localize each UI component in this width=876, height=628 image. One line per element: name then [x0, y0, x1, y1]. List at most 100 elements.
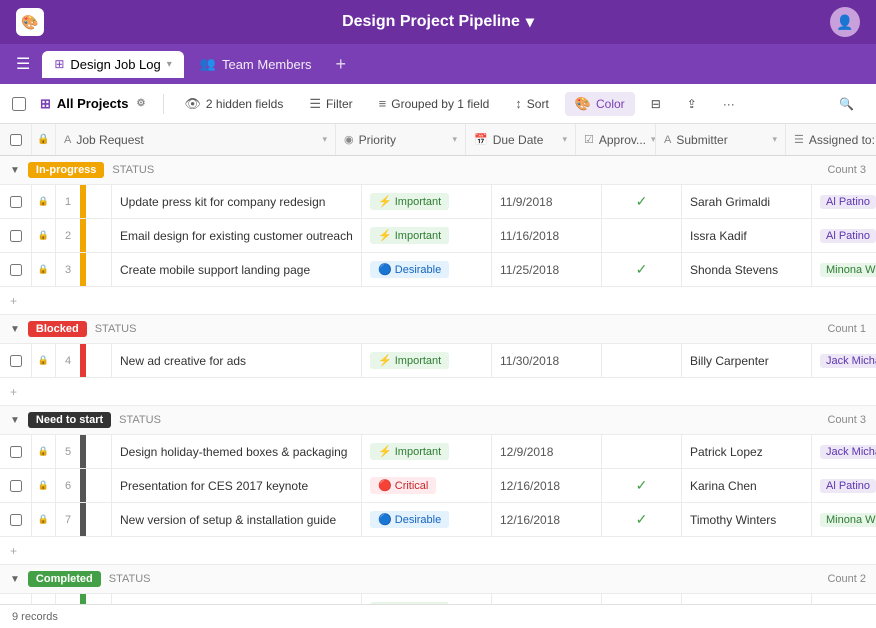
col-priority-type-icon: ◉: [344, 133, 354, 146]
row-priority-tag: 🔵 Desirable: [370, 511, 449, 528]
search-button[interactable]: 🔍: [829, 93, 864, 115]
row-num-cell: 6: [56, 469, 112, 502]
add-row-need-to-start[interactable]: +: [0, 537, 876, 565]
row-checkbox[interactable]: [10, 196, 22, 208]
assigned-tag: Minona Writer: [820, 263, 876, 277]
col-duedate-sort-icon: ▾: [562, 134, 567, 145]
toolbar-divider-1: [163, 94, 164, 114]
filter-button[interactable]: ☰ Filter: [299, 92, 362, 116]
add-tab-button[interactable]: +: [328, 52, 355, 77]
col-submitter-header[interactable]: A Submitter ▾: [656, 124, 786, 155]
avatar[interactable]: 👤: [830, 7, 860, 37]
share-button[interactable]: ⇪: [677, 93, 707, 115]
row-submitter-text: Patrick Lopez: [690, 445, 763, 459]
row-checkbox-cell[interactable]: [0, 469, 32, 502]
row-priority-cell: ⚡ Important: [362, 435, 492, 468]
group-count-completed: Count 2: [827, 573, 866, 585]
row-checkbox-cell[interactable]: [0, 594, 32, 604]
toolbar-right: 🔍: [829, 93, 864, 115]
row-number: 2: [56, 230, 80, 242]
row-checkbox[interactable]: [10, 480, 22, 492]
col-priority-header[interactable]: ◉ Priority ▾: [336, 124, 466, 155]
row-num-cell: 4: [56, 344, 112, 377]
header-checkbox[interactable]: [10, 134, 22, 146]
row-checkbox-cell[interactable]: [0, 435, 32, 468]
row-checkbox-cell[interactable]: [0, 503, 32, 536]
row-duedate-cell: 11/2/2018: [492, 594, 602, 604]
grid-view-icon: ⊞: [40, 96, 51, 112]
row-job-cell: Email design for existing customer outre…: [112, 219, 362, 252]
row-height-button[interactable]: ⊟: [641, 93, 671, 115]
tab-dropdown-icon[interactable]: ▾: [167, 59, 172, 70]
team-members-icon: 👥: [200, 56, 216, 72]
row-duedate-cell: 11/9/2018: [492, 185, 602, 218]
col-approval-type-icon: ☑: [584, 133, 594, 146]
row-checkbox[interactable]: [10, 355, 22, 367]
row-checkbox-cell[interactable]: [0, 344, 32, 377]
add-row-blocked[interactable]: +: [0, 378, 876, 406]
group-toggle-completed[interactable]: ▼: [10, 574, 20, 585]
view-settings-icon[interactable]: ⚙: [136, 98, 145, 109]
group-count-in-progress: Count 3: [827, 164, 866, 176]
row-checkbox-cell[interactable]: [0, 185, 32, 218]
row-lock-icon: 🔒: [38, 480, 49, 491]
assigned-tag: Minona Writer: [820, 513, 876, 527]
approval-check-icon: ✓: [636, 193, 648, 210]
row-job-cell: Create mobile support landing page: [112, 253, 362, 286]
row-duedate-cell: 12/9/2018: [492, 435, 602, 468]
row-checkbox[interactable]: [10, 230, 22, 242]
group-badge-blocked: Blocked: [28, 321, 87, 337]
row-submitter-text: Billy Carpenter: [690, 354, 769, 368]
row-duedate-cell: 11/25/2018: [492, 253, 602, 286]
col-duedate-header[interactable]: 📅 Due Date ▾: [466, 124, 576, 155]
toolbar-left: ⊞ All Projects ⚙ 👁 2 hidden fields ☰ Fil…: [12, 92, 825, 116]
row-submitter-cell: Katrina Dickson: [682, 594, 812, 604]
col-submitter-type-icon: A: [664, 134, 671, 146]
row-lock-cell: 🔒: [32, 253, 56, 286]
row-color-bar: [80, 219, 86, 252]
col-job-header[interactable]: A Job Request ▾: [56, 124, 336, 155]
page-title: Design Project Pipeline ▾: [342, 12, 534, 32]
approval-check-icon: ✓: [636, 511, 648, 528]
row-submitter-cell: Issra Kadif: [682, 219, 812, 252]
group-toggle-blocked[interactable]: ▼: [10, 324, 20, 335]
col-check-header[interactable]: [0, 124, 32, 155]
row-lock-cell: 🔒: [32, 344, 56, 377]
groups-container: ▼ In-progress STATUS Count 3 🔒 1 Update …: [0, 156, 876, 604]
select-all-checkbox[interactable]: [12, 97, 26, 111]
hidden-fields-button[interactable]: 👁 2 hidden fields: [174, 92, 293, 116]
row-checkbox-cell[interactable]: [0, 253, 32, 286]
more-options-button[interactable]: ···: [713, 93, 745, 115]
col-approval-header[interactable]: ☑ Approv... ▾: [576, 124, 656, 155]
add-row-in-progress[interactable]: +: [0, 287, 876, 315]
sort-button[interactable]: ↕ Sort: [505, 92, 559, 115]
row-job-text: Email design for existing customer outre…: [120, 229, 353, 243]
row-submitter-text: Katrina Dickson: [690, 604, 774, 605]
nav-tab-team-members[interactable]: 👥 Team Members: [188, 50, 324, 78]
col-assigned-header[interactable]: ☰ Assigned to: ▾: [786, 124, 876, 155]
row-checkbox[interactable]: [10, 264, 22, 276]
group-toggle-in-progress[interactable]: ▼: [10, 165, 20, 176]
group-status-completed: STATUS: [109, 573, 151, 585]
group-header-in-progress: ▼ In-progress STATUS Count 3: [0, 156, 876, 185]
view-selector[interactable]: ⊞ All Projects ⚙: [32, 92, 153, 116]
group-header-completed: ▼ Completed STATUS Count 2: [0, 565, 876, 594]
row-assigned-cell: Jack Michaelson: [812, 435, 876, 468]
row-checkbox-cell[interactable]: [0, 219, 32, 252]
row-duedate-text: 11/9/2018: [500, 195, 553, 209]
color-button[interactable]: 🎨 Color: [565, 92, 635, 116]
group-toggle-need-to-start[interactable]: ▼: [10, 415, 20, 426]
row-duedate-text: 12/16/2018: [500, 513, 560, 527]
search-icon: 🔍: [839, 97, 854, 111]
title-arrow-icon[interactable]: ▾: [526, 12, 534, 32]
hamburger-icon[interactable]: ☰: [8, 50, 38, 78]
row-number: 5: [56, 446, 80, 458]
table-wrapper: 🔒 A Job Request ▾ ◉ Priority ▾ 📅 Due Dat…: [0, 124, 876, 604]
group-button[interactable]: ≡ Grouped by 1 field: [369, 92, 500, 115]
row-lock-cell: 🔒: [32, 219, 56, 252]
group-badge-completed: Completed: [28, 571, 101, 587]
row-checkbox[interactable]: [10, 446, 22, 458]
nav-tab-design-job-log[interactable]: ⊞ Design Job Log ▾: [42, 51, 183, 78]
row-checkbox[interactable]: [10, 514, 22, 526]
row-lock-icon: 🔒: [38, 446, 49, 457]
